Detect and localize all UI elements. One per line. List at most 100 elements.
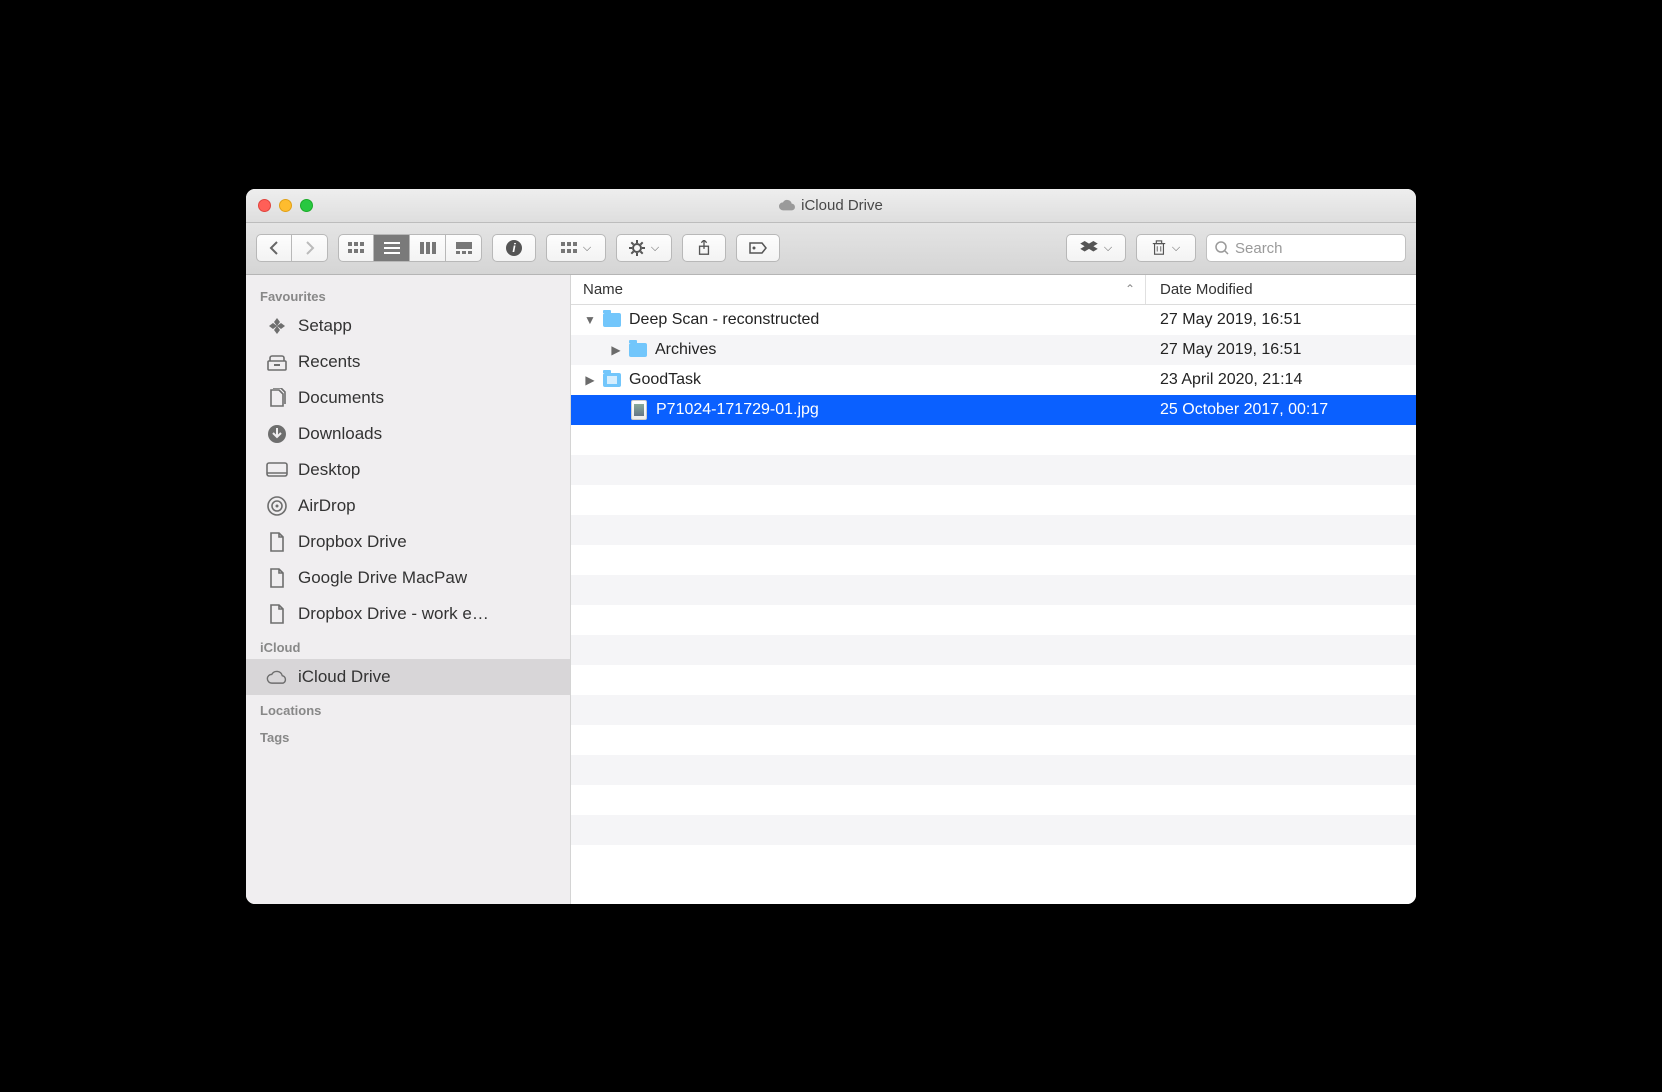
cleanmymac-toolbar-button[interactable]: ⌵ (1136, 234, 1196, 262)
icon-view-button[interactable] (338, 234, 374, 262)
empty-row (571, 605, 1416, 635)
file-row-name: ▶ Archives (571, 341, 1146, 359)
file-date-label: 25 October 2017, 00:17 (1146, 401, 1416, 419)
cloud-icon (266, 666, 288, 688)
documents-icon (266, 387, 288, 409)
file-icon (266, 567, 288, 589)
forward-button[interactable] (292, 234, 328, 262)
sidebar: Favourites Setapp Recents Documents Download… (246, 275, 571, 904)
sidebar-item-label: Documents (298, 388, 384, 408)
disclosure-triangle-icon (583, 403, 597, 417)
list-view-button[interactable] (374, 234, 410, 262)
recents-icon (266, 351, 288, 373)
file-row[interactable]: P71024-171729-01.jpg 25 October 2017, 00:… (571, 395, 1416, 425)
file-date-label: 23 April 2020, 21:14 (1146, 371, 1416, 389)
file-row[interactable]: ▶Archives27 May 2019, 16:51 (571, 335, 1416, 365)
column-view-button[interactable] (410, 234, 446, 262)
disclosure-triangle-icon[interactable]: ▼ (583, 313, 597, 327)
sidebar-section-header[interactable]: iCloud (246, 632, 570, 659)
sidebar-section-header[interactable]: Locations (246, 695, 570, 722)
airdrop-icon (266, 495, 288, 517)
column-header-name[interactable]: Name ⌃ (571, 275, 1146, 304)
cloud-icon (779, 199, 795, 211)
column-header-name-label: Name (583, 281, 623, 298)
column-header-date[interactable]: Date Modified (1146, 275, 1416, 304)
file-name-label: Deep Scan - reconstructed (629, 311, 819, 329)
sidebar-item-google-drive-macpaw[interactable]: Google Drive MacPaw (246, 560, 570, 596)
dropbox-icon (1080, 241, 1098, 255)
file-row[interactable]: ▶GoodTask23 April 2020, 21:14 (571, 365, 1416, 395)
file-list: ▼ Deep Scan - reconstructed 27 May 2019, 1… (571, 305, 1416, 904)
search-field[interactable]: Search (1206, 234, 1406, 262)
search-icon (1215, 241, 1229, 255)
sidebar-section-header[interactable]: Tags (246, 722, 570, 749)
file-name-label: P71024-171729-01.jpg (656, 401, 819, 419)
back-button[interactable] (256, 234, 292, 262)
sort-indicator-icon: ⌃ (1125, 282, 1135, 296)
column-header-date-label: Date Modified (1160, 281, 1253, 298)
empty-row (571, 425, 1416, 455)
sidebar-item-label: Dropbox Drive - work e… (298, 604, 489, 624)
sidebar-item-dropbox-drive-work-e-[interactable]: Dropbox Drive - work e… (246, 596, 570, 632)
search-placeholder: Search (1235, 240, 1283, 257)
empty-row (571, 575, 1416, 605)
sidebar-item-label: Desktop (298, 460, 360, 480)
gallery-view-button[interactable] (446, 234, 482, 262)
downloads-icon (266, 423, 288, 445)
fullscreen-window-button[interactable] (300, 199, 313, 212)
sidebar-section-header[interactable]: Favourites (246, 281, 570, 308)
sidebar-item-label: Setapp (298, 316, 352, 336)
window-title: iCloud Drive (246, 197, 1416, 214)
empty-row (571, 515, 1416, 545)
file-row-name: ▶GoodTask (571, 371, 1146, 389)
empty-row (571, 545, 1416, 575)
empty-row (571, 755, 1416, 785)
sidebar-item-icloud-drive[interactable]: iCloud Drive (246, 659, 570, 695)
sidebar-item-label: Downloads (298, 424, 382, 444)
info-button[interactable]: i (492, 234, 536, 262)
content: Name ⌃ Date Modified ▼ Deep Scan - recons… (571, 275, 1416, 904)
column-headers: Name ⌃ Date Modified (571, 275, 1416, 305)
desktop-icon (266, 459, 288, 481)
close-window-button[interactable] (258, 199, 271, 212)
finder-window: iCloud Drive i ⌵ (246, 189, 1416, 904)
sidebar-item-setapp[interactable]: Setapp (246, 308, 570, 344)
disclosure-triangle-icon[interactable]: ▶ (609, 343, 623, 357)
sidebar-item-documents[interactable]: Documents (246, 380, 570, 416)
dropbox-toolbar-button[interactable]: ⌵ (1066, 234, 1126, 262)
sidebar-item-dropbox-drive[interactable]: Dropbox Drive (246, 524, 570, 560)
nav-buttons (256, 234, 328, 262)
disclosure-triangle-icon[interactable]: ▶ (583, 373, 597, 387)
group-button[interactable]: ⌵ (546, 234, 606, 262)
minimize-window-button[interactable] (279, 199, 292, 212)
file-date-label: 27 May 2019, 16:51 (1146, 311, 1416, 329)
file-row-name: ▼ Deep Scan - reconstructed (571, 311, 1146, 329)
setapp-icon (266, 315, 288, 337)
sidebar-item-label: AirDrop (298, 496, 356, 516)
view-mode-buttons (338, 234, 482, 262)
trash-icon (1152, 240, 1166, 256)
empty-row (571, 695, 1416, 725)
file-row[interactable]: ▼ Deep Scan - reconstructed 27 May 2019, 1… (571, 305, 1416, 335)
toolbar: i ⌵ ⌵ ⌵ ⌵ Search (246, 223, 1416, 275)
sidebar-item-downloads[interactable]: Downloads (246, 416, 570, 452)
empty-row (571, 815, 1416, 845)
sidebar-item-airdrop[interactable]: AirDrop (246, 488, 570, 524)
folder-icon (629, 343, 647, 357)
sidebar-item-recents[interactable]: Recents (246, 344, 570, 380)
sidebar-item-label: Google Drive MacPaw (298, 568, 467, 588)
titlebar: iCloud Drive (246, 189, 1416, 223)
empty-row (571, 485, 1416, 515)
action-button[interactable]: ⌵ (616, 234, 672, 262)
sidebar-item-label: Recents (298, 352, 360, 372)
empty-row (571, 635, 1416, 665)
body: Favourites Setapp Recents Documents Download… (246, 275, 1416, 904)
empty-row (571, 455, 1416, 485)
window-title-text: iCloud Drive (801, 197, 883, 214)
empty-row (571, 785, 1416, 815)
tags-button[interactable] (736, 234, 780, 262)
sidebar-item-desktop[interactable]: Desktop (246, 452, 570, 488)
file-row-name: P71024-171729-01.jpg (571, 400, 1146, 420)
share-button[interactable] (682, 234, 726, 262)
file-name-label: Archives (655, 341, 716, 359)
